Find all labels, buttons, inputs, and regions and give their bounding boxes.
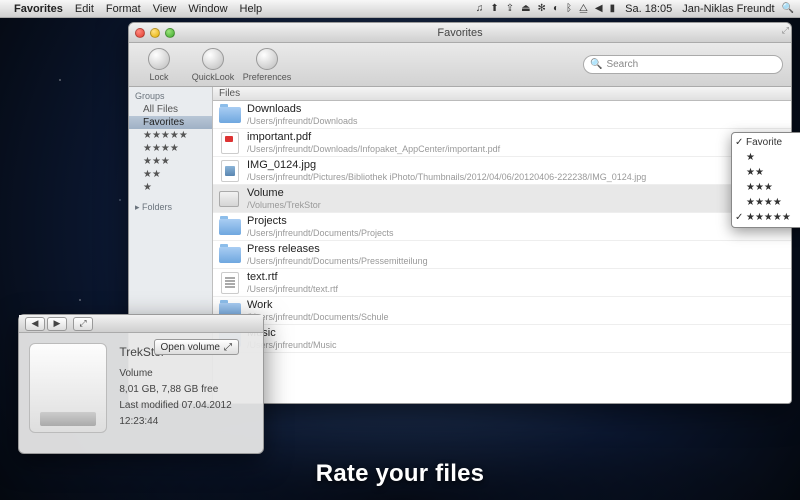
panel-item-size: 8,01 GB, 7,88 GB free — [119, 382, 253, 398]
folder-icon — [219, 244, 241, 266]
menubar-clock[interactable]: Sa. 18:05 — [625, 3, 672, 15]
column-header-files[interactable]: Files — [213, 87, 791, 101]
sidebar-item-favorites[interactable]: Favorites — [129, 116, 212, 129]
panel-forward-button[interactable]: ▶ — [47, 317, 67, 331]
panel-expand-button[interactable]: ⤢ — [73, 317, 93, 331]
file-path: /Users/jnfreundt/text.rtf — [247, 284, 338, 294]
window-title: Favorites — [129, 27, 791, 39]
menu-view[interactable]: View — [153, 3, 177, 15]
file-row[interactable]: IMG_0124.jpg/Users/jnfreundt/Pictures/Bi… — [213, 157, 791, 185]
file-path: /Users/jnfreundt/Documents/Schule — [247, 312, 389, 322]
file-row[interactable]: Music/Users/jnfreundt/Music — [213, 325, 791, 353]
sidebar-item-all-files[interactable]: All Files — [129, 103, 212, 116]
zoom-button[interactable] — [165, 28, 175, 38]
rating-menu-item[interactable]: ✓★★★★★ — [732, 210, 800, 225]
file-list-pane: Files Downloads/Users/jnfreundt/Download… — [213, 87, 791, 403]
file-row[interactable]: Press releases/Users/jnfreundt/Documents… — [213, 241, 791, 269]
file-name: Volume — [247, 187, 321, 200]
window-titlebar[interactable]: Favorites ⤢ — [129, 23, 791, 43]
volume-icon[interactable]: ◀ — [595, 3, 603, 14]
file-name: Press releases — [247, 243, 428, 256]
drive-icon — [219, 188, 241, 210]
status-icon[interactable]: ◐ — [553, 3, 559, 14]
status-icon[interactable]: ✻ — [538, 3, 546, 14]
rating-menu-item[interactable]: ✓Favorite — [732, 135, 800, 150]
wifi-icon[interactable]: ⧋ — [579, 3, 588, 14]
file-path: /Users/jnfreundt/Downloads — [247, 116, 358, 126]
preferences-button[interactable]: Preferences — [245, 48, 289, 82]
file-path: /Users/jnfreundt/Documents/Projects — [247, 228, 394, 238]
lock-button[interactable]: Lock — [137, 48, 181, 82]
file-row[interactable]: important.pdf/Users/jnfreundt/Downloads/… — [213, 129, 791, 157]
file-path: /Users/jnfreundt/Downloads/Infopaket_App… — [247, 144, 500, 154]
rating-popup-menu[interactable]: ✓Favorite★★★★★★★★★★✓★★★★★ — [731, 132, 800, 228]
quicklook-button[interactable]: QuickLook — [191, 48, 235, 82]
jpg-icon — [219, 160, 241, 182]
file-name: IMG_0124.jpg — [247, 159, 646, 172]
rating-menu-item[interactable]: ★★★★ — [732, 195, 800, 210]
drive-icon — [29, 343, 107, 433]
sidebar-item-5star[interactable]: ★★★★★ — [129, 129, 212, 142]
panel-item-modified: Last modified 07.04.2012 12:23:44 — [119, 398, 253, 430]
file-name: text.rtf — [247, 271, 338, 284]
pdf-icon — [219, 132, 241, 154]
close-button[interactable] — [135, 28, 145, 38]
panel-item-kind: Volume — [119, 366, 253, 382]
lock-icon — [148, 48, 170, 70]
rating-menu-item[interactable]: ★★★ — [732, 180, 800, 195]
sidebar-item-2star[interactable]: ★★ — [129, 168, 212, 181]
battery-icon[interactable]: ▮ — [610, 3, 616, 14]
eye-icon — [202, 48, 224, 70]
sidebar-folders-label[interactable]: ▸ Folders — [129, 200, 212, 215]
sidebar-item-3star[interactable]: ★★★ — [129, 155, 212, 168]
fullscreen-icon: ⤢ — [224, 342, 232, 353]
search-field[interactable]: 🔍 Search — [583, 55, 783, 74]
panel-titlebar[interactable]: ◀ ▶ ⤢ — [19, 315, 263, 333]
file-name: Work — [247, 299, 389, 312]
status-icon[interactable]: ⏏ — [521, 3, 530, 14]
file-path: /Users/jnfreundt/Documents/Pressemitteil… — [247, 256, 428, 266]
file-name: Projects — [247, 215, 394, 228]
file-row[interactable]: Projects/Users/jnfreundt/Documents/Proje… — [213, 213, 791, 241]
menu-window[interactable]: Window — [188, 3, 227, 15]
app-menu[interactable]: Favorites — [14, 3, 63, 15]
sidebar-group-label: Groups — [129, 89, 212, 103]
panel-back-button[interactable]: ◀ — [25, 317, 45, 331]
file-row[interactable]: Work/Users/jnfreundt/Documents/Schule — [213, 297, 791, 325]
file-name: important.pdf — [247, 131, 500, 144]
spotlight-icon[interactable]: 🔍 — [782, 3, 794, 14]
search-placeholder: Search — [606, 59, 638, 70]
file-path: /Volumes/TrekStor — [247, 200, 321, 210]
menubar: Favorites Edit Format View Window Help ♫… — [0, 0, 800, 18]
menu-help[interactable]: Help — [240, 3, 263, 15]
folder-icon — [219, 216, 241, 238]
rating-menu-item[interactable]: ★ — [732, 150, 800, 165]
file-row[interactable]: Volume/Volumes/TrekStor★▾ — [213, 185, 791, 213]
status-icon[interactable]: ♫ — [476, 3, 484, 14]
status-icon[interactable]: ⇪ — [506, 3, 514, 14]
toolbar: Lock QuickLook Preferences 🔍 Search — [129, 43, 791, 87]
file-row[interactable]: Downloads/Users/jnfreundt/Downloads — [213, 101, 791, 129]
minimize-button[interactable] — [150, 28, 160, 38]
file-row[interactable]: text.rtf/Users/jnfreundt/text.rtf — [213, 269, 791, 297]
menu-format[interactable]: Format — [106, 3, 141, 15]
sidebar-item-4star[interactable]: ★★★★ — [129, 142, 212, 155]
rtf-icon — [219, 272, 241, 294]
fullscreen-icon[interactable]: ⤢ — [782, 25, 789, 36]
open-volume-button[interactable]: Open volume ⤢ — [154, 339, 239, 355]
menubar-user[interactable]: Jan-Niklas Freundt — [682, 3, 774, 15]
status-icon[interactable]: ⬆ — [490, 3, 498, 14]
bluetooth-icon[interactable]: ᛒ — [566, 3, 572, 14]
gear-icon — [256, 48, 278, 70]
rating-menu-item[interactable]: ★★ — [732, 165, 800, 180]
folder-icon — [219, 104, 241, 126]
sidebar-item-1star[interactable]: ★ — [129, 181, 212, 194]
marketing-caption: Rate your files — [0, 460, 800, 488]
info-panel: ◀ ▶ ⤢ Open volume ⤢ TrekStor Volume 8,01… — [18, 314, 264, 454]
file-path: /Users/jnfreundt/Pictures/Bibliothek iPh… — [247, 172, 646, 182]
menu-edit[interactable]: Edit — [75, 3, 94, 15]
panel-info: TrekStor Volume 8,01 GB, 7,88 GB free La… — [119, 343, 253, 433]
search-icon: 🔍 — [590, 59, 602, 70]
file-name: Downloads — [247, 103, 358, 116]
